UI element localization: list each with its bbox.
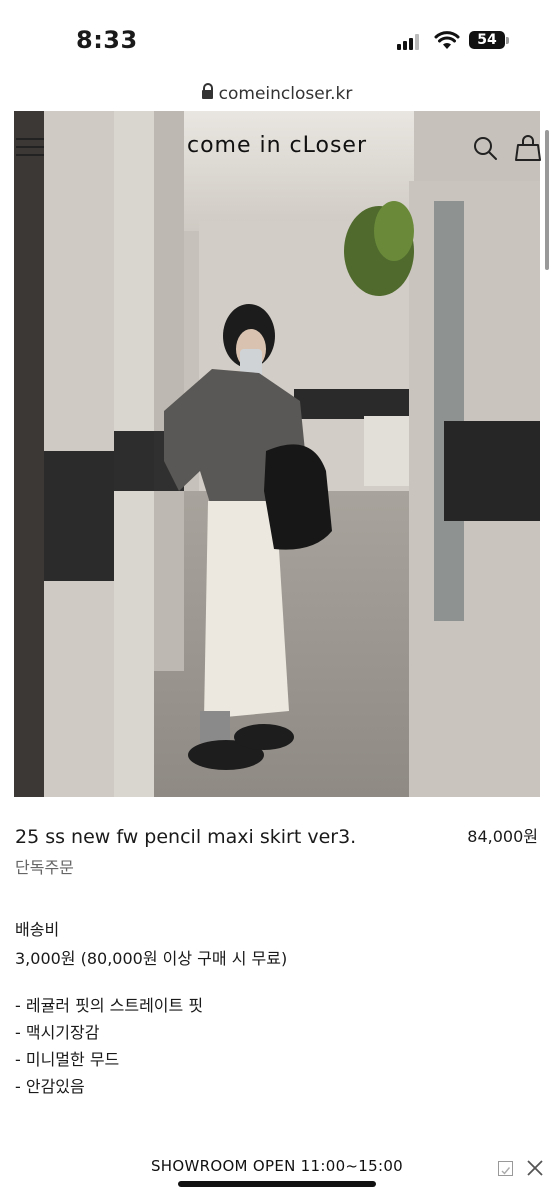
url-text: comeincloser.kr (218, 84, 353, 104)
check-mark-icon (501, 1167, 511, 1175)
shopping-bag-icon[interactable] (514, 134, 542, 162)
search-icon[interactable] (472, 135, 498, 161)
brand-logo[interactable]: come in cLoser (0, 133, 554, 158)
product-photo (14, 111, 540, 797)
checkbox-icon[interactable] (498, 1161, 513, 1176)
feature-item: - 레귤러 핏의 스트레이트 핏 (15, 996, 204, 1015)
home-indicator[interactable] (178, 1181, 376, 1187)
product-price: 84,000원 (467, 827, 538, 846)
status-bar: 8:33 54 (0, 0, 554, 80)
feature-item: - 미니멀한 무드 (15, 1050, 120, 1069)
lock-icon (201, 83, 214, 99)
product-image[interactable] (14, 111, 540, 797)
feature-item: - 맥시기장감 (15, 1023, 100, 1042)
shipping-value: 3,000원 (80,000원 이상 구매 시 무료) (15, 949, 288, 968)
battery-nub (506, 37, 509, 44)
banner-text: SHOWROOM OPEN 11:00~15:00 (150, 1157, 404, 1175)
product-title: 25 ss new fw pencil maxi skirt ver3. (15, 826, 357, 848)
feature-list: - 레귤러 핏의 스트레이트 핏 - 맥시기장감 - 미니멀한 무드 - 안감있… (15, 992, 203, 1100)
battery-indicator: 54 (469, 31, 505, 49)
status-time: 8:33 (76, 26, 138, 54)
scrollbar-thumb[interactable] (545, 130, 549, 270)
shipping-label: 배송비 (15, 920, 60, 939)
url-bar[interactable]: comeincloser.kr (0, 83, 554, 106)
product-subtitle: 단독주문 (15, 858, 74, 877)
feature-item: - 안감있음 (15, 1077, 85, 1096)
wifi-icon (434, 31, 460, 49)
close-icon[interactable] (526, 1159, 544, 1177)
showroom-banner: SHOWROOM OPEN 11:00~15:00 (0, 1155, 554, 1179)
cellular-signal-icon (397, 34, 423, 50)
